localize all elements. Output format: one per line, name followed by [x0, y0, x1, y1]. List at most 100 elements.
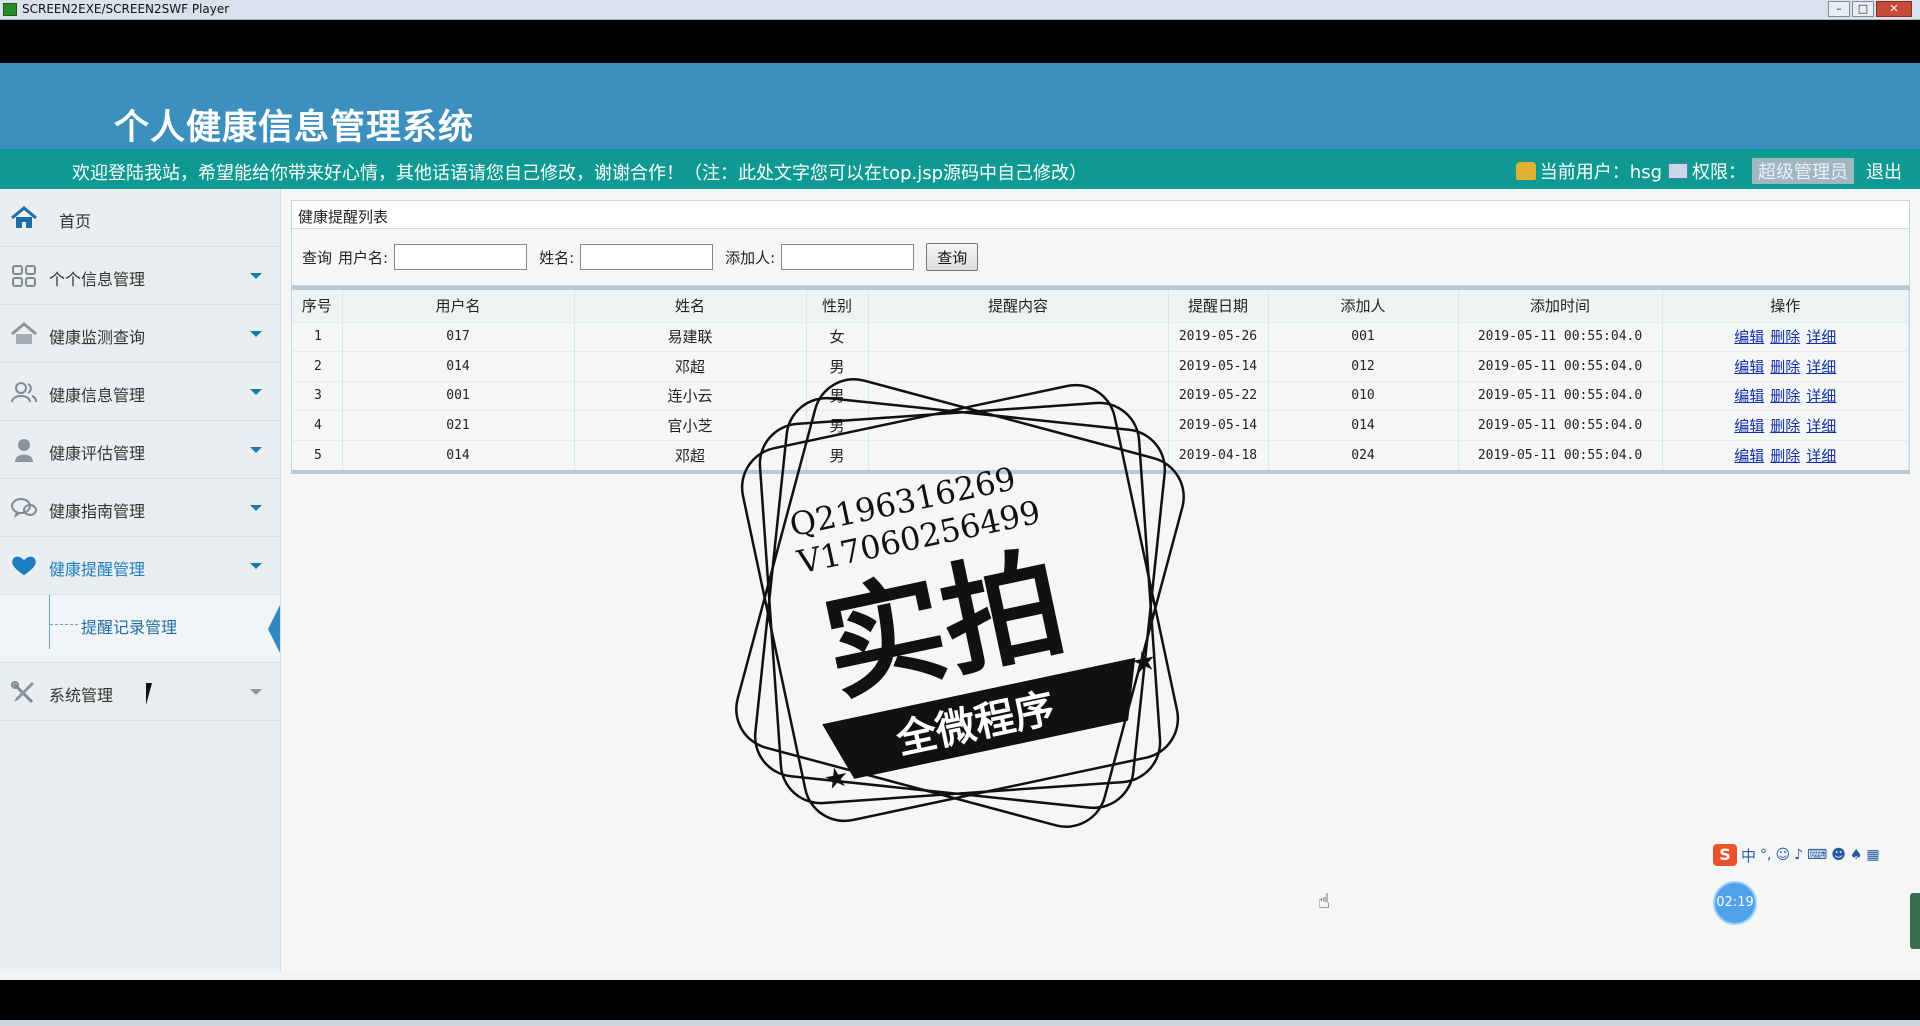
delete-link[interactable]: 删除: [1770, 358, 1800, 376]
username-input[interactable]: [394, 244, 528, 270]
sidebar-item-health-info[interactable]: 健康信息管理: [0, 363, 280, 421]
grid-icon: [10, 264, 38, 288]
chevron-down-icon: [250, 563, 262, 569]
cell-date: 2019-05-14: [1168, 351, 1269, 381]
watermark-phone-2: V17060256499: [793, 493, 1044, 582]
welcome-bar: 欢迎登陆我站，希望能给你带来好心情，其他话语请您自己修改，谢谢合作！（注：此处文…: [0, 149, 1920, 189]
grid-icon[interactable]: ▦: [1866, 847, 1879, 863]
cell-name: 官小芝: [574, 410, 807, 440]
sidebar-item-label: 健康信息管理: [49, 386, 146, 405]
cell-index: 1: [292, 321, 343, 352]
cell-date: 2019-04-18: [1168, 439, 1269, 470]
sidebar-item-assessment[interactable]: 健康评估管理: [0, 421, 280, 479]
player-app-icon: [3, 3, 17, 16]
ime-mode[interactable]: 中: [1741, 845, 1756, 866]
sidebar-item-personal[interactable]: 个个信息管理: [0, 247, 280, 305]
edit-link[interactable]: 编辑: [1734, 387, 1764, 405]
cell-gender: 女: [806, 321, 869, 352]
cell-name: 易建联: [574, 321, 807, 352]
cell-content: [868, 410, 1169, 440]
tools-icon: [10, 680, 38, 704]
sidebar-item-label: 首页: [59, 212, 92, 231]
delete-link[interactable]: 删除: [1770, 447, 1800, 465]
current-user: 当前用户：hsg: [1539, 162, 1662, 183]
keyboard-icon[interactable]: ⌨: [1807, 847, 1827, 863]
header: 个人健康信息管理系统: [0, 63, 1920, 149]
table-container: 序号 用户名 姓名 性别 提醒内容 提醒日期 添加人 添加时间 操作 1 017: [291, 286, 1910, 474]
player-bottom-strip: [0, 1020, 1920, 1026]
col-header-time: 添加时间: [1458, 290, 1663, 322]
sidebar-item-guide[interactable]: 健康指南管理: [0, 479, 280, 537]
window-controls: – □ ✕: [1828, 1, 1912, 17]
side-handle[interactable]: [1910, 893, 1920, 949]
cell-adder: 010: [1268, 380, 1459, 411]
sidebar-item-label: 个个信息管理: [49, 270, 146, 289]
minimize-button[interactable]: –: [1828, 1, 1850, 17]
tree-branch: [50, 624, 78, 625]
welcome-text: 欢迎登陆我站，希望能给你带来好心情，其他话语请您自己修改，谢谢合作！（注：此处文…: [72, 163, 1088, 184]
detail-link[interactable]: 详细: [1806, 328, 1836, 346]
detail-link[interactable]: 详细: [1806, 387, 1836, 405]
home-outline-icon: [10, 322, 38, 346]
sidebar-subitem-reminder-records[interactable]: 提醒记录管理: [81, 614, 177, 638]
query-label: 查询: [302, 248, 333, 267]
edit-link[interactable]: 编辑: [1734, 358, 1764, 376]
cell-adder: 024: [1268, 439, 1459, 470]
detail-link[interactable]: 详细: [1806, 417, 1836, 435]
browser-status-bar: [0, 971, 1920, 980]
cell-index: 4: [292, 410, 343, 440]
delete-link[interactable]: 删除: [1770, 387, 1800, 405]
edit-link[interactable]: 编辑: [1734, 447, 1764, 465]
chevron-down-icon: [250, 689, 262, 695]
search-button[interactable]: 查询: [926, 243, 979, 271]
skin-icon[interactable]: ♠: [1850, 847, 1863, 863]
close-button[interactable]: ✕: [1876, 1, 1912, 17]
cell-ops: 编辑 删除 详细: [1662, 439, 1909, 470]
sidebar-item-system[interactable]: 系统管理: [0, 663, 280, 721]
cell-gender: 男: [806, 351, 869, 381]
sidebar-item-monitoring[interactable]: 健康监测查询: [0, 305, 280, 363]
panel-title: 健康提醒列表: [292, 201, 1909, 229]
sidebar-item-reminder[interactable]: 健康提醒管理: [0, 537, 280, 595]
logout-link[interactable]: 退出: [1866, 158, 1902, 184]
adder-input[interactable]: [781, 244, 915, 270]
cell-name: 邓超: [574, 351, 807, 381]
maximize-button[interactable]: □: [1852, 1, 1874, 17]
adder-label: 添加人:: [725, 248, 776, 267]
delete-link[interactable]: 删除: [1770, 417, 1800, 435]
edit-link[interactable]: 编辑: [1734, 417, 1764, 435]
name-input[interactable]: [580, 244, 714, 270]
edit-link[interactable]: 编辑: [1734, 328, 1764, 346]
cell-time: 2019-05-11 00:55:04.0: [1458, 439, 1663, 470]
sidebar-item-home[interactable]: 首页: [0, 189, 280, 247]
detail-link[interactable]: 详细: [1806, 447, 1836, 465]
col-header-name: 姓名: [574, 290, 807, 322]
cell-time: 2019-05-11 00:55:04.0: [1458, 410, 1663, 440]
delete-link[interactable]: 删除: [1770, 328, 1800, 346]
ime-logo-icon[interactable]: S: [1713, 844, 1737, 866]
chevron-down-icon: [250, 389, 262, 395]
microphone-icon[interactable]: ♪: [1794, 847, 1803, 863]
chat-icon: [10, 496, 38, 520]
punctuation-icon[interactable]: °,: [1760, 847, 1771, 863]
users-icon[interactable]: ☻: [1831, 847, 1846, 863]
cell-index: 5: [292, 439, 343, 470]
username-label: 用户名:: [338, 248, 389, 267]
name-label: 姓名:: [539, 248, 575, 267]
detail-link[interactable]: 详细: [1806, 358, 1836, 376]
cell-content: [868, 439, 1169, 470]
users-icon: [10, 380, 38, 404]
cell-name: 邓超: [574, 439, 807, 470]
cell-name: 连小云: [574, 380, 807, 411]
user-icon: [1515, 162, 1536, 180]
col-header-adder: 添加人: [1268, 290, 1459, 322]
cell-username: 014: [342, 351, 575, 381]
active-indicator-icon: [268, 605, 280, 653]
cell-ops: 编辑 删除 详细: [1662, 410, 1909, 440]
cell-gender: 男: [806, 439, 869, 470]
emoji-icon[interactable]: ☺: [1775, 847, 1790, 863]
chevron-down-icon: [250, 273, 262, 279]
recording-timer[interactable]: 02:19: [1713, 881, 1757, 925]
reminder-table: 序号 用户名 姓名 性别 提醒内容 提醒日期 添加人 添加时间 操作 1 017: [292, 290, 1909, 470]
letterbox-top: [0, 20, 1920, 63]
